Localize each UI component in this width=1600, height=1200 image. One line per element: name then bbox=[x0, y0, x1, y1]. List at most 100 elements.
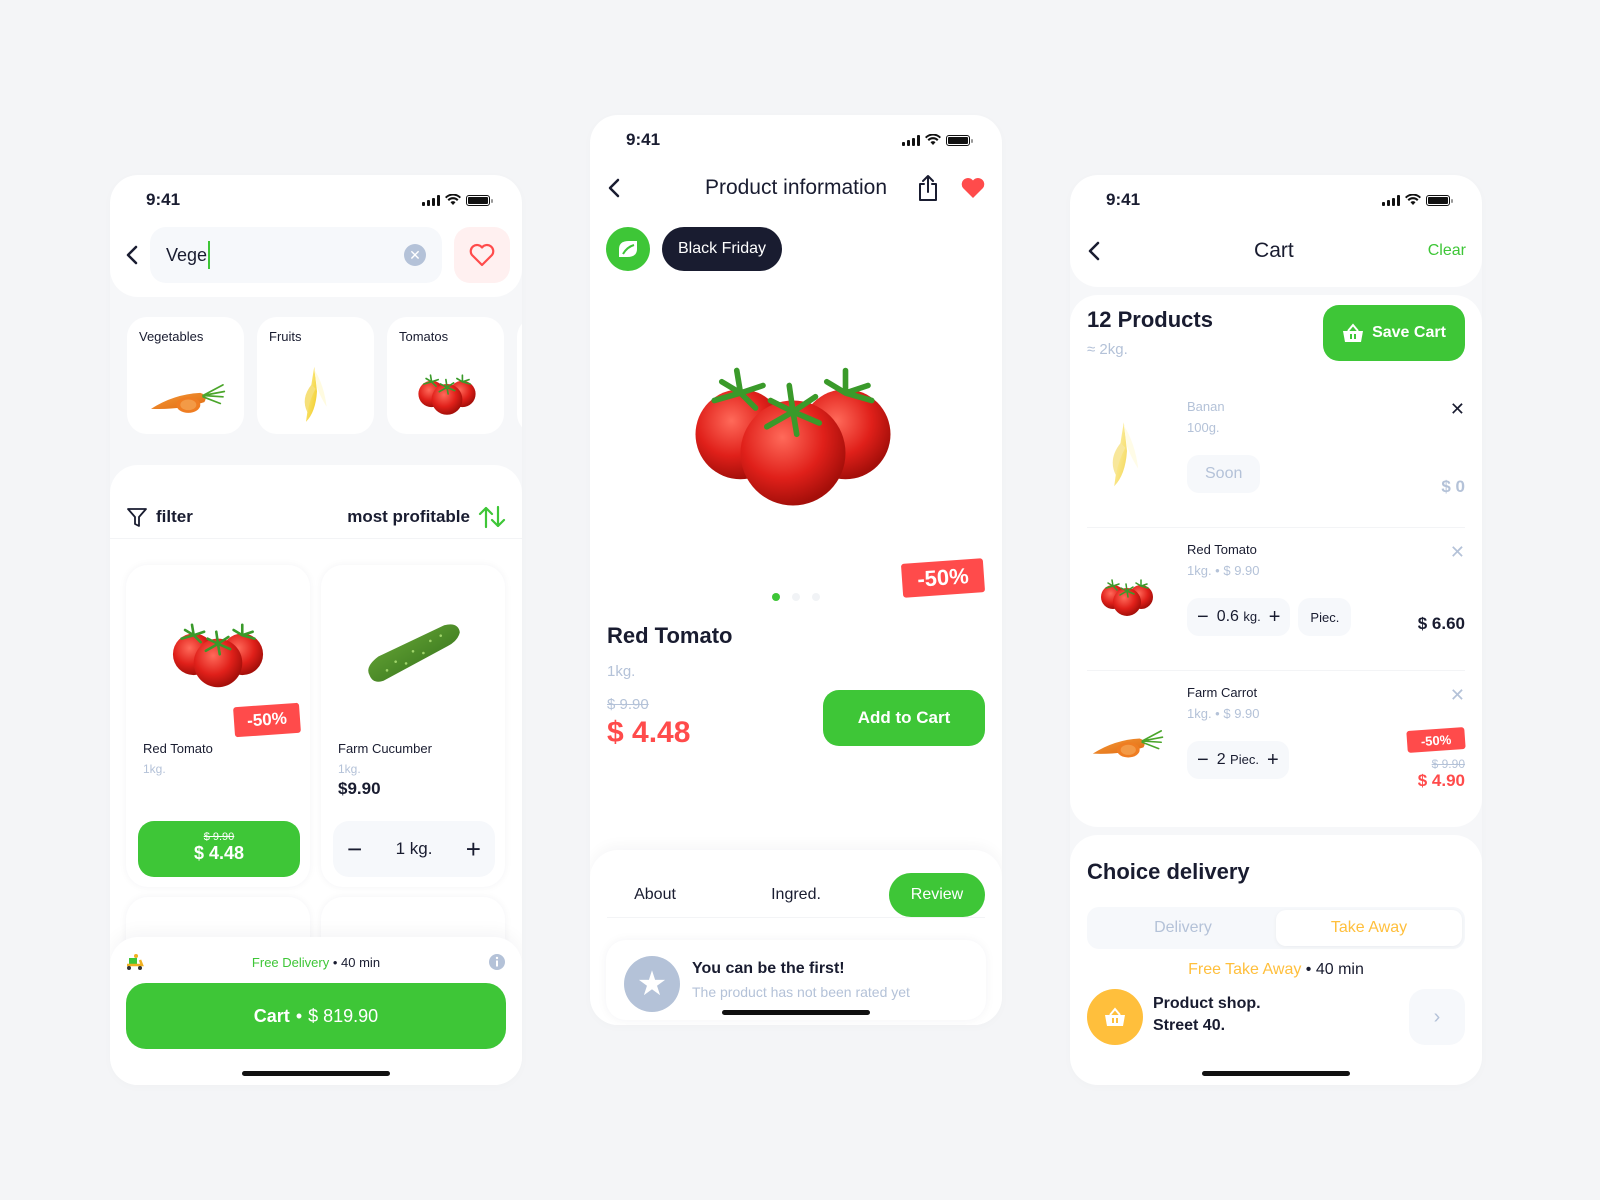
tab-bar: About Ingred. Review bbox=[607, 850, 985, 918]
back-button[interactable] bbox=[126, 245, 138, 265]
tags-row: Black Friday bbox=[590, 211, 1002, 271]
product-card-red-tomato[interactable]: -50% Red Tomato 1kg. $ 9.90 $ 4.48 bbox=[126, 565, 310, 887]
add-to-cart-button[interactable]: Add to Cart bbox=[823, 690, 985, 746]
cart-label: Cart bbox=[253, 1005, 290, 1026]
gallery-dot[interactable] bbox=[792, 593, 800, 601]
nav-bar: Product information bbox=[590, 165, 1002, 211]
chevron-left-icon bbox=[1088, 241, 1100, 261]
cart-header: 9:41 Cart Clear bbox=[1070, 175, 1482, 287]
status-bar: 9:41 bbox=[1070, 175, 1482, 225]
category-vegetables[interactable]: Vegetables bbox=[127, 317, 244, 434]
wifi-icon bbox=[925, 134, 941, 145]
filter-icon bbox=[127, 507, 147, 527]
remove-item-icon[interactable]: ✕ bbox=[1450, 685, 1465, 706]
filter-bar: filter most profitable bbox=[110, 465, 522, 539]
item-price: $ 4.90 bbox=[1417, 771, 1465, 790]
back-button[interactable] bbox=[1088, 241, 1100, 261]
gallery-dot[interactable] bbox=[812, 593, 820, 601]
cart-screen: 9:41 Cart Clear 12 Products ≈ 2kg. Save … bbox=[1070, 175, 1482, 1085]
shop-name: Product shop. bbox=[1153, 995, 1261, 1012]
status-bar: 9:41 bbox=[590, 115, 1002, 165]
quantity-unit: Piec. bbox=[1230, 752, 1259, 767]
filter-label: filter bbox=[156, 506, 193, 526]
cart-button[interactable]: Cart • $ 819.90 bbox=[126, 983, 506, 1049]
tomato-image bbox=[414, 373, 480, 417]
carrot-image bbox=[1089, 722, 1165, 760]
sort-button[interactable]: most profitable bbox=[347, 505, 506, 529]
page-title: Product information bbox=[704, 176, 888, 199]
review-subtitle: The product has not been rated yet bbox=[692, 984, 910, 1000]
text-cursor bbox=[208, 241, 211, 269]
old-price: $ 9.90 bbox=[1431, 757, 1465, 771]
chevron-left-icon bbox=[608, 178, 620, 198]
info-icon[interactable] bbox=[488, 953, 506, 971]
share-icon[interactable] bbox=[916, 174, 940, 202]
product-name: Farm Cucumber bbox=[338, 741, 432, 756]
heart-outline-icon bbox=[469, 243, 495, 267]
tab-about[interactable]: About bbox=[607, 873, 703, 917]
decrease-button[interactable]: − bbox=[1197, 606, 1209, 629]
gallery-dot[interactable] bbox=[772, 593, 780, 601]
category-tomatos[interactable]: Tomatos bbox=[387, 317, 504, 434]
increase-button[interactable]: + bbox=[1267, 749, 1279, 772]
filter-button[interactable]: filter bbox=[126, 506, 193, 528]
unit-toggle[interactable]: Piec. bbox=[1298, 598, 1352, 636]
product-gallery[interactable]: -50% bbox=[590, 271, 1002, 601]
quantity-value: 2 bbox=[1216, 751, 1226, 768]
take-away-time: 40 min bbox=[1315, 961, 1364, 978]
category-fruits[interactable]: Fruits bbox=[257, 317, 374, 434]
status-time: 9:41 bbox=[146, 190, 181, 209]
product-card-farm-cucumber[interactable]: Farm Cucumber 1kg. $9.90 − 1 kg. + bbox=[321, 565, 505, 887]
back-button[interactable] bbox=[608, 178, 620, 198]
favorites-button[interactable] bbox=[454, 227, 510, 283]
price-box: $ 9.90 $ 4.48 Add to Cart bbox=[590, 680, 1002, 760]
category-label: Tomatos bbox=[399, 329, 449, 344]
product-name: Red Tomato bbox=[143, 741, 213, 756]
quantity-unit: kg. bbox=[1243, 609, 1261, 624]
decrease-button[interactable]: − bbox=[347, 834, 362, 865]
option-delivery[interactable]: Delivery bbox=[1090, 910, 1276, 946]
clear-cart-button[interactable]: Clear bbox=[1428, 242, 1466, 260]
section-title: Choice delivery bbox=[1087, 859, 1250, 884]
tab-review[interactable]: Review bbox=[889, 872, 985, 917]
search-input[interactable]: Vege ✕ bbox=[150, 227, 442, 283]
item-price: $ 6.60 bbox=[1417, 614, 1465, 633]
soon-badge: Soon bbox=[1187, 455, 1261, 493]
delivery-separator: • bbox=[332, 954, 338, 970]
cart-separator: • bbox=[295, 1005, 303, 1026]
remove-item-icon[interactable]: ✕ bbox=[1450, 399, 1465, 420]
heart-filled-icon[interactable] bbox=[960, 176, 986, 200]
item-name: Farm Carrot bbox=[1187, 685, 1258, 700]
cart-total: $ 819.90 bbox=[308, 1005, 379, 1026]
cart-bar: Free Delivery • 40 min Cart • $ 819.90 bbox=[110, 937, 522, 1085]
old-price: $ 9.90 bbox=[607, 696, 649, 713]
shop-icon-badge bbox=[1087, 989, 1143, 1045]
gallery-dots bbox=[772, 593, 820, 601]
increase-button[interactable]: + bbox=[466, 834, 481, 865]
cart-summary: 12 Products ≈ 2kg. Save Cart bbox=[1070, 295, 1482, 385]
decrease-button[interactable]: − bbox=[1197, 749, 1209, 772]
delivery-time: 40 min bbox=[341, 954, 381, 970]
tomato-image bbox=[166, 621, 270, 691]
shop-details-button[interactable]: › bbox=[1409, 989, 1465, 1045]
wifi-icon bbox=[1405, 194, 1421, 205]
product-weight: 1kg. bbox=[143, 762, 166, 776]
buy-button[interactable]: $ 9.90 $ 4.48 bbox=[138, 821, 300, 877]
remove-item-icon[interactable]: ✕ bbox=[1450, 542, 1465, 563]
signal-icon bbox=[1382, 194, 1400, 206]
save-cart-button[interactable]: Save Cart bbox=[1323, 305, 1465, 361]
status-icons bbox=[902, 134, 973, 146]
old-price: $ 9.90 bbox=[203, 831, 235, 843]
status-bar: 9:41 bbox=[110, 175, 522, 225]
product-weight: 1kg. bbox=[338, 762, 361, 776]
search-header: 9:41 Vege ✕ bbox=[110, 175, 522, 297]
item-price: $ 0 bbox=[1441, 477, 1465, 496]
cart-weight: ≈ 2kg. bbox=[1087, 341, 1128, 358]
increase-button[interactable]: + bbox=[1269, 606, 1281, 629]
category-more[interactable] bbox=[517, 317, 522, 434]
quantity-value: 1 kg. bbox=[395, 839, 433, 858]
option-take-away[interactable]: Take Away bbox=[1276, 910, 1462, 946]
tab-ingredients[interactable]: Ingred. bbox=[748, 873, 844, 917]
clear-search-icon[interactable]: ✕ bbox=[404, 244, 426, 266]
sort-arrows-icon bbox=[478, 505, 506, 528]
